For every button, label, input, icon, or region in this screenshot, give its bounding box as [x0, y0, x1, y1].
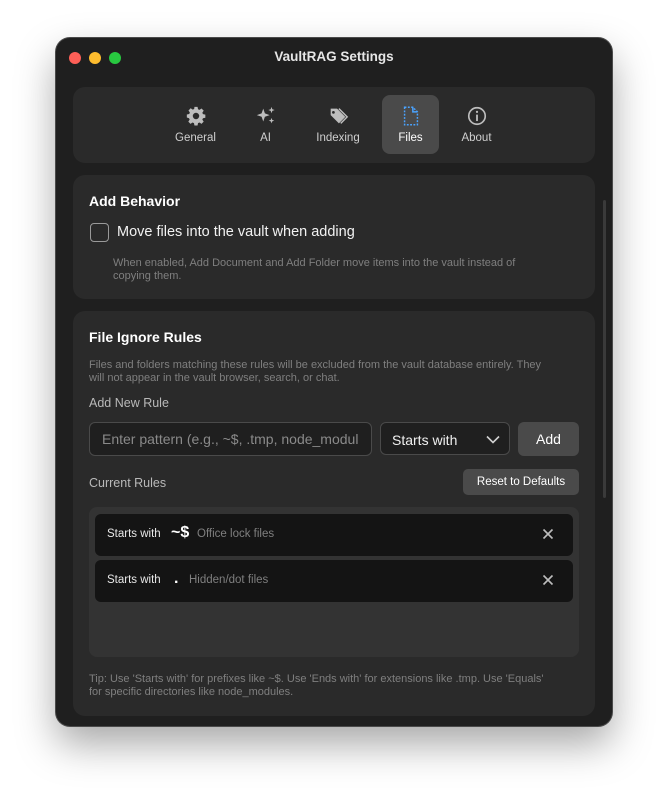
scrollbar[interactable] — [603, 200, 606, 498]
section-title: File Ignore Rules — [89, 329, 202, 345]
tags-icon — [329, 108, 349, 124]
settings-window: VaultRAG Settings General AI Indexing Fi… — [56, 38, 612, 726]
settings-tabs: General AI Indexing Files About — [73, 87, 595, 163]
rule-description: Hidden/dot files — [189, 574, 269, 586]
tab-label: Files — [398, 132, 423, 144]
tip-text-line: for specific directories like node_modul… — [89, 686, 294, 698]
rule-pattern: . — [174, 570, 179, 587]
remove-rule-icon[interactable] — [541, 573, 555, 587]
tab-label: General — [175, 132, 216, 144]
tip-text-line: Tip: Use 'Starts with' for prefixes like… — [89, 673, 544, 685]
help-text-line: When enabled, Add Document and Add Folde… — [113, 257, 516, 269]
add-behavior-section: Add Behavior Move files into the vault w… — [73, 175, 595, 299]
rules-list: Starts with ~$ Office lock files Starts … — [89, 507, 579, 657]
rule-description: Office lock files — [197, 528, 275, 540]
add-rule-button[interactable]: Add — [518, 422, 579, 456]
gear-icon — [186, 106, 205, 126]
description-line: Files and folders matching these rules w… — [89, 359, 542, 371]
tab-files[interactable]: Files — [382, 95, 439, 154]
tab-general[interactable]: General — [168, 95, 223, 154]
tab-label: AI — [260, 132, 271, 144]
help-text-line: copying them. — [113, 270, 182, 282]
rule-pattern: ~$ — [171, 524, 190, 541]
sparkles-icon — [256, 106, 275, 124]
pattern-input[interactable] — [89, 422, 372, 456]
tab-about[interactable]: About — [449, 95, 504, 154]
remove-rule-icon[interactable] — [541, 527, 555, 541]
reset-to-defaults-button[interactable]: Reset to Defaults — [463, 469, 579, 495]
tab-ai[interactable]: AI — [238, 95, 293, 154]
move-files-label[interactable]: Move files into the vault when adding — [117, 224, 355, 240]
title-bar: VaultRAG Settings — [56, 38, 612, 78]
current-rules-label: Current Rules — [89, 476, 167, 490]
info-icon — [467, 106, 486, 126]
tab-label: About — [461, 132, 492, 144]
tab-indexing[interactable]: Indexing — [308, 95, 368, 154]
match-mode-value: Starts with — [392, 432, 458, 448]
file-ignore-rules-section: File Ignore Rules Files and folders matc… — [73, 311, 595, 716]
chevron-down-icon — [486, 435, 500, 444]
tab-label: Indexing — [316, 132, 360, 144]
move-files-checkbox[interactable] — [90, 223, 109, 242]
window-title: VaultRAG Settings — [274, 49, 394, 64]
description-line: will not appear in the vault browser, se… — [89, 372, 340, 384]
rule-row: Starts with ~$ Office lock files — [95, 514, 573, 556]
rule-row: Starts with . Hidden/dot files — [95, 560, 573, 602]
section-title: Add Behavior — [89, 193, 181, 209]
document-icon — [403, 106, 418, 126]
match-mode-select[interactable]: Starts with — [380, 422, 510, 455]
add-new-rule-label: Add New Rule — [89, 396, 169, 410]
rule-mode: Starts with — [107, 528, 161, 540]
rule-mode: Starts with — [107, 574, 161, 586]
